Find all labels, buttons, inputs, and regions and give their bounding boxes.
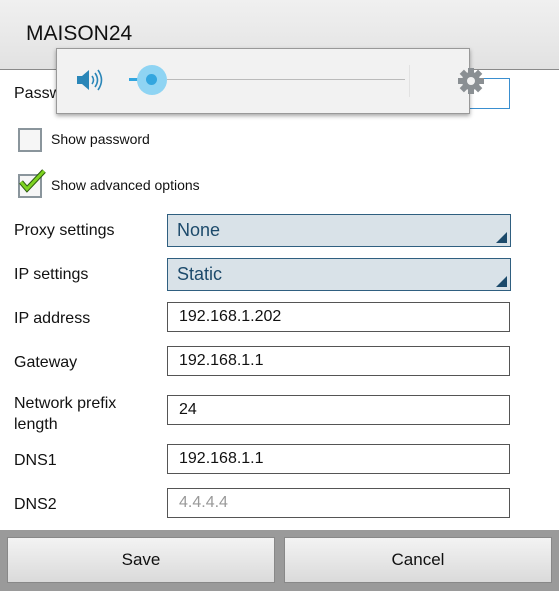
button-bar: Save Cancel	[0, 530, 559, 591]
ip-address-input[interactable]: 192.168.1.202	[167, 302, 510, 332]
dns2-placeholder: 4.4.4.4	[179, 494, 228, 511]
proxy-value: None	[177, 220, 221, 240]
prefix-input[interactable]: 24	[167, 395, 510, 425]
speaker-icon	[77, 69, 103, 91]
dns1-label: DNS1	[14, 452, 57, 469]
show-password-label: Show password	[51, 131, 150, 147]
volume-slider-thumb[interactable]	[146, 74, 157, 85]
proxy-select[interactable]: None	[167, 214, 511, 247]
dns1-value: 192.168.1.1	[179, 450, 264, 467]
gateway-value: 192.168.1.1	[179, 352, 264, 369]
gateway-input[interactable]: 192.168.1.1	[167, 346, 510, 376]
network-title: MAISON24	[26, 22, 133, 45]
ip-settings-label: IP settings	[14, 266, 89, 283]
proxy-label: Proxy settings	[14, 222, 115, 239]
show-advanced-label: Show advanced options	[51, 177, 200, 193]
divider	[409, 65, 410, 97]
dns1-input[interactable]: 192.168.1.1	[167, 444, 510, 474]
show-password-checkbox[interactable]	[18, 128, 42, 152]
save-button[interactable]: Save	[7, 537, 275, 583]
dropdown-arrow-icon	[496, 276, 507, 287]
cancel-button[interactable]: Cancel	[284, 537, 552, 583]
prefix-value: 24	[179, 401, 197, 418]
dns2-input[interactable]: 4.4.4.4	[167, 488, 510, 518]
volume-track[interactable]	[167, 79, 405, 80]
ip-settings-value: Static	[177, 264, 223, 284]
gear-icon[interactable]	[457, 67, 485, 95]
prefix-label: Network prefix length	[14, 395, 117, 433]
checkmark-icon	[19, 169, 46, 193]
dropdown-arrow-icon	[496, 232, 507, 243]
volume-popup	[56, 48, 484, 114]
ip-address-label: IP address	[14, 310, 91, 327]
dns2-label: DNS2	[14, 496, 57, 513]
show-advanced-checkbox[interactable]	[18, 169, 46, 198]
ip-address-value: 192.168.1.202	[179, 308, 282, 325]
gateway-label: Gateway	[14, 354, 78, 371]
ip-settings-select[interactable]: Static	[167, 258, 511, 291]
